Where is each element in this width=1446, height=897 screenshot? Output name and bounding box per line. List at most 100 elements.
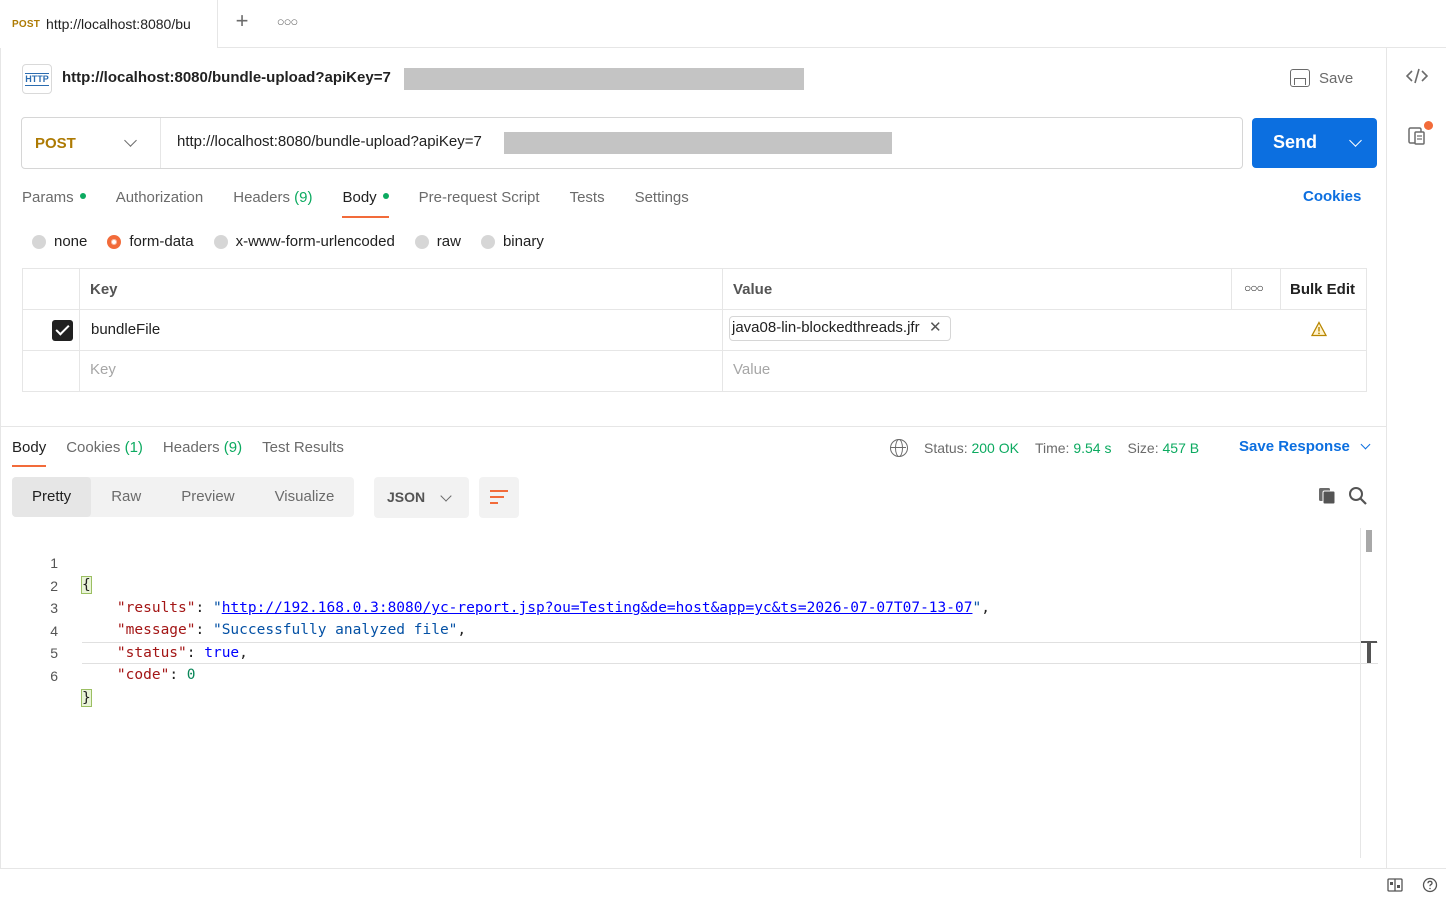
save-icon (1290, 69, 1310, 87)
redacted-block (404, 68, 804, 90)
request-title[interactable]: http://localhost:8080/bundle-upload?apiK… (62, 69, 391, 86)
cookies-count: (1) (124, 439, 143, 456)
url-bar: POST http://localhost:8080/bundle-upload… (21, 117, 1243, 169)
response-headers-count: (9) (223, 439, 243, 456)
response-tab-body[interactable]: Body (12, 437, 47, 467)
save-button[interactable]: Save (1290, 64, 1353, 92)
scrollbar-track[interactable] (1360, 528, 1361, 858)
headers-count: (9) (294, 189, 313, 206)
help-icon[interactable] (1422, 877, 1438, 893)
view-raw[interactable]: Raw (91, 477, 161, 517)
tab-pre-request-script[interactable]: Pre-request Script (419, 186, 540, 218)
value-column-header: Value (733, 281, 773, 298)
tab-settings[interactable]: Settings (635, 186, 689, 218)
cursor-marker-icon (1361, 641, 1377, 663)
code-line: 2 "results": "http://192.168.0.3:8080/yc… (0, 553, 1360, 616)
code-snippet-icon[interactable] (1405, 66, 1429, 90)
radio-form-data[interactable]: form-data (107, 233, 194, 250)
response-body-editor[interactable]: 1 { 2 "results": "http://192.168.0.3:808… (0, 528, 1380, 858)
tab-params[interactable]: Params (22, 186, 86, 218)
status-info[interactable]: Status: 200 OK (924, 440, 1019, 456)
copy-icon[interactable] (1317, 486, 1337, 506)
redacted-block (504, 132, 892, 154)
send-options-chevron-icon[interactable] (1349, 134, 1362, 147)
view-pretty[interactable]: Pretty (12, 477, 92, 517)
send-label: Send (1273, 132, 1318, 152)
param-key[interactable]: bundleFile (91, 321, 160, 338)
send-button[interactable]: Send (1252, 118, 1377, 168)
code-line: 4 "status": true, (0, 598, 1360, 661)
search-icon[interactable] (1348, 486, 1368, 506)
new-value-input[interactable]: Value (733, 361, 770, 378)
radio-binary[interactable]: binary (480, 233, 544, 250)
json-number-value: 0 (186, 667, 196, 683)
table-row-empty (23, 351, 1366, 392)
radio-dot-selected (107, 234, 122, 249)
url-input[interactable]: http://localhost:8080/bundle-upload?apiK… (177, 133, 482, 150)
new-tab-plus-icon[interactable]: + (230, 10, 254, 34)
chevron-down-icon (124, 134, 137, 147)
save-label: Save (1319, 69, 1354, 87)
column-divider (1231, 269, 1232, 309)
tab-body[interactable]: Body (342, 186, 389, 218)
scrollbar-thumb[interactable] (1366, 530, 1372, 552)
remove-file-close-icon[interactable]: ✕ (929, 317, 942, 339)
code-line: 1 { (0, 530, 1360, 594)
tab-method-label: POST (12, 18, 41, 30)
close-brace: } (81, 689, 92, 707)
cookies-link[interactable]: Cookies (1303, 188, 1361, 205)
more-options-icon[interactable]: ○○○ (1244, 281, 1264, 295)
request-tab[interactable]: POST http://localhost:8080/bu (0, 0, 218, 48)
response-tab-cookies[interactable]: Cookies (1) (66, 437, 143, 467)
save-response-button[interactable]: Save Response (1239, 438, 1371, 455)
tab-headers[interactable]: Headers (9) (233, 186, 312, 218)
table-header-row (23, 269, 1366, 310)
radio-dot (32, 234, 46, 249)
body-indicator-dot (382, 193, 389, 200)
response-tab-test-results[interactable]: Test Results (262, 437, 344, 467)
two-pane-view-icon[interactable] (1387, 877, 1403, 893)
request-tabs: Params Authorization Headers (9) Body Pr… (22, 186, 719, 218)
radio-none[interactable]: none (32, 233, 87, 250)
warning-icon[interactable] (1311, 321, 1327, 337)
more-tabs-icon[interactable]: ○○○ (274, 10, 300, 34)
table-row (23, 310, 1366, 351)
format-label: JSON (387, 489, 426, 505)
tab-tests[interactable]: Tests (570, 186, 605, 218)
column-divider (79, 269, 80, 391)
column-divider (722, 269, 723, 391)
bulk-edit-button[interactable]: Bulk Edit (1290, 281, 1355, 298)
view-preview[interactable]: Preview (161, 477, 254, 517)
view-visualize[interactable]: Visualize (255, 477, 355, 517)
radio-raw[interactable]: raw (414, 233, 461, 250)
format-select[interactable]: JSON (374, 477, 469, 518)
body-type-radios: none form-data x-www-form-urlencoded raw… (32, 233, 564, 250)
status-value: 200 OK (971, 440, 1019, 456)
word-wrap-icon[interactable] (479, 477, 519, 518)
code-line: 3 "message": "Successfully analyzed file… (0, 575, 1360, 638)
response-tab-headers[interactable]: Headers (9) (163, 437, 242, 467)
radio-dot (213, 234, 228, 249)
http-request-icon: HTTP (22, 64, 52, 94)
right-sidebar (1386, 48, 1446, 868)
bottom-status-bar (0, 868, 1446, 897)
time-info[interactable]: Time: 9.54 s (1035, 440, 1112, 456)
globe-icon[interactable] (890, 439, 908, 457)
size-info[interactable]: Size: 457 B (1127, 440, 1199, 456)
save-response-label: Save Response (1239, 438, 1350, 455)
file-chip[interactable]: java08-lin-blockedthreads.jfr ✕ (729, 316, 951, 341)
documentation-icon[interactable] (1405, 126, 1429, 150)
pane-divider[interactable] (1, 426, 1386, 427)
method-select[interactable]: POST (22, 118, 161, 168)
view-mode-segment: Pretty Raw Preview Visualize (12, 477, 355, 517)
row-enabled-checkbox[interactable] (52, 320, 73, 341)
notification-dot (1424, 121, 1433, 130)
response-status-bar: Status: 200 OK Time: 9.54 s Size: 457 B (890, 437, 1215, 459)
new-key-input[interactable]: Key (90, 361, 116, 378)
code-line: 6 } (0, 643, 1360, 707)
form-data-table: Key Value ○○○ Bulk Edit bundleFile java0… (22, 268, 1367, 392)
line-number: 6 (50, 668, 58, 684)
response-tabs: Body Cookies (1) Headers (9) Test Result… (12, 437, 364, 467)
radio-urlencoded[interactable]: x-www-form-urlencoded (213, 233, 395, 250)
tab-authorization[interactable]: Authorization (116, 186, 204, 218)
